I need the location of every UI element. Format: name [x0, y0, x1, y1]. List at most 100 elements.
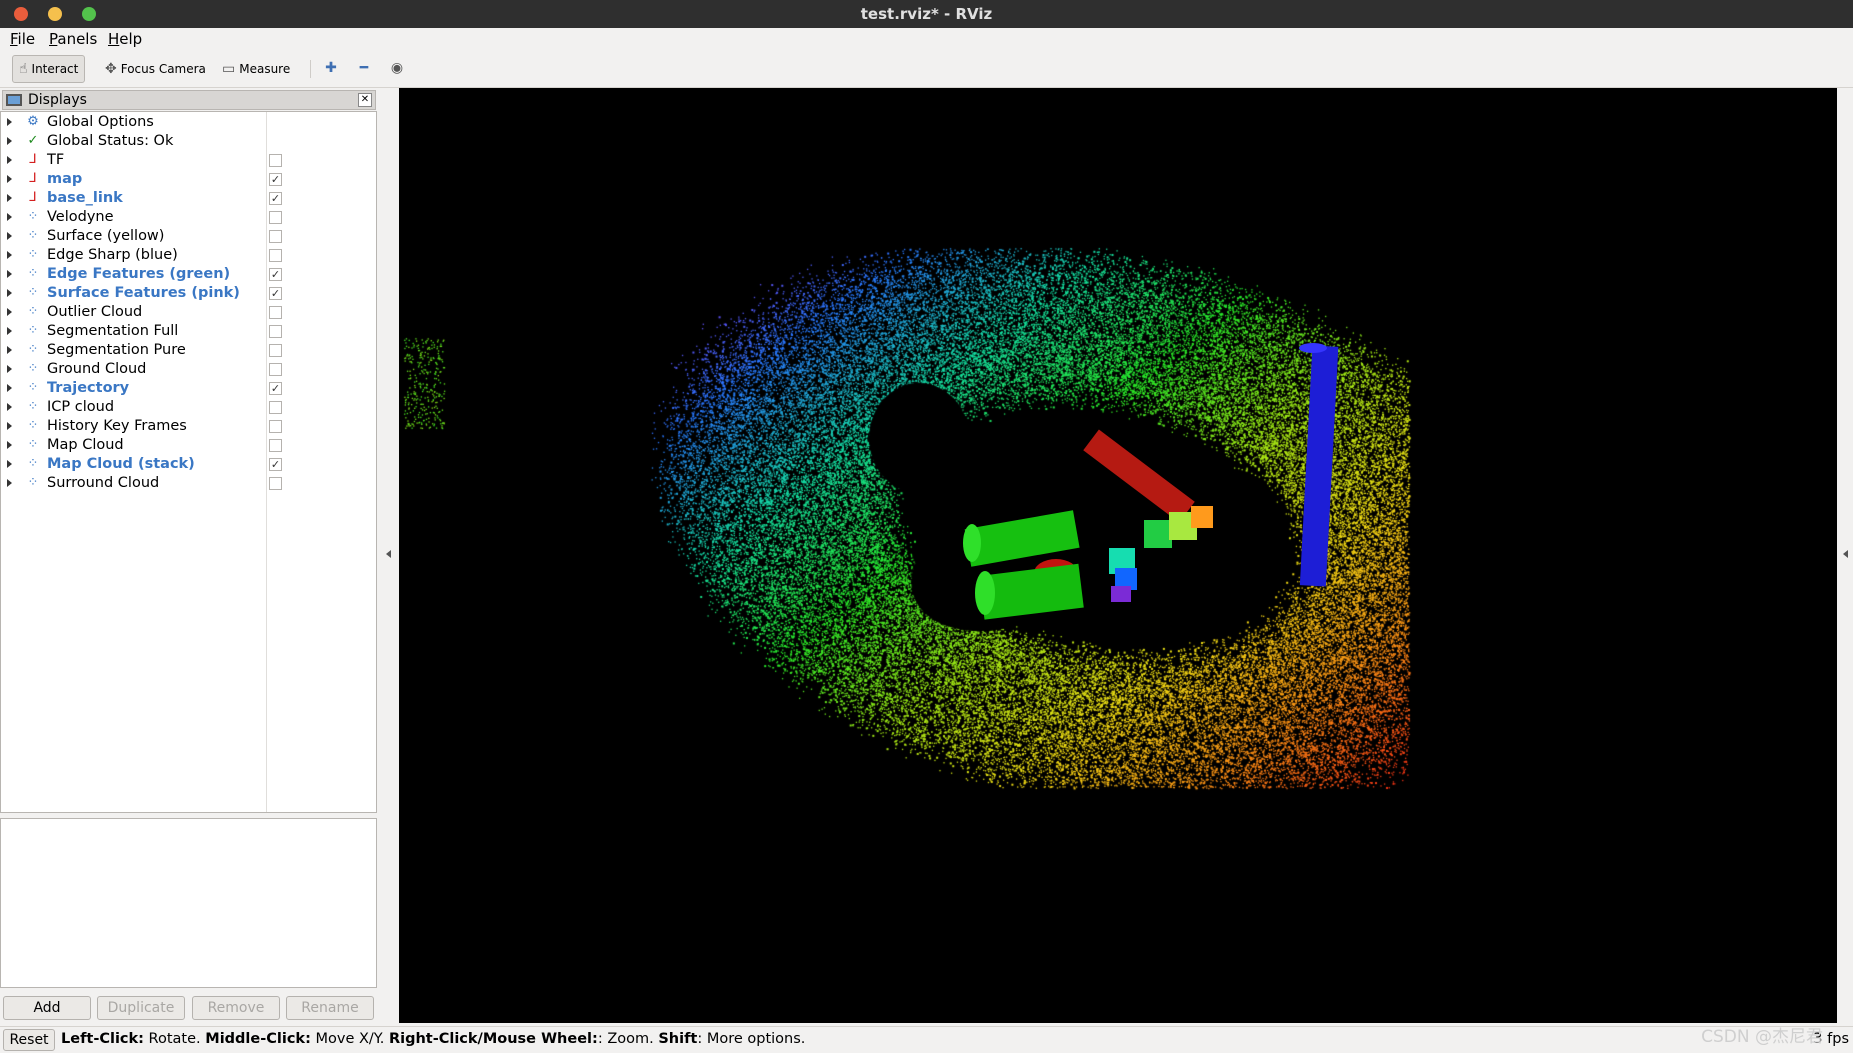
mouse-hint-text: Left-Click: Rotate. Middle-Click: Move X… [61, 1031, 806, 1047]
menu-panels[interactable]: Panels [49, 30, 97, 48]
hand-icon: ☝ [19, 61, 28, 77]
expand-arrow-icon[interactable] [7, 270, 12, 278]
display-item-label: Ground Cloud [47, 361, 147, 377]
display-item[interactable]: ⁘ Surface Features (pink) ✓ [1, 284, 376, 303]
expand-arrow-icon[interactable] [7, 384, 12, 392]
display-item[interactable]: ⁘ Map Cloud (stack) ✓ [1, 455, 376, 474]
interact-tool-button[interactable]: ☝ Interact [12, 55, 86, 83]
display-enabled-checkbox[interactable] [269, 420, 282, 433]
expand-arrow-icon[interactable] [7, 156, 12, 164]
display-item-label: Surface (yellow) [47, 228, 165, 244]
expand-arrow-icon[interactable] [7, 289, 12, 297]
close-icon[interactable]: ✕ [358, 93, 372, 107]
title-bar: test.rviz* - RViz [0, 0, 1853, 28]
axes-icon: ⅃ [29, 171, 37, 186]
display-item[interactable]: ⚙ Global Options [1, 113, 376, 132]
display-enabled-checkbox[interactable] [269, 401, 282, 414]
pointcloud-icon: ⁘ [27, 323, 39, 338]
expand-arrow-icon[interactable] [7, 308, 12, 316]
menu-bar: File Panels Help [0, 28, 1853, 50]
display-enabled-checkbox[interactable]: ✓ [269, 287, 282, 300]
display-item[interactable]: ⁘ Map Cloud [1, 436, 376, 455]
add-tool-icon[interactable]: ✚ [322, 60, 340, 78]
expand-arrow-icon[interactable] [7, 460, 12, 468]
remove-tool-icon[interactable]: ━ [355, 60, 373, 78]
display-enabled-checkbox[interactable] [269, 477, 282, 490]
display-enabled-checkbox[interactable]: ✓ [269, 458, 282, 471]
display-description-area [0, 818, 377, 988]
expand-arrow-icon[interactable] [7, 346, 12, 354]
display-enabled-checkbox[interactable] [269, 363, 282, 376]
expand-arrow-icon[interactable] [7, 118, 12, 126]
display-enabled-checkbox[interactable]: ✓ [269, 268, 282, 281]
display-item[interactable]: ⁘ Surround Cloud [1, 474, 376, 493]
display-enabled-checkbox[interactable]: ✓ [269, 192, 282, 205]
remove-button[interactable]: Remove [192, 996, 280, 1020]
add-button[interactable]: Add [3, 996, 91, 1020]
display-enabled-checkbox[interactable] [269, 306, 282, 319]
display-item[interactable]: ⁘ Trajectory ✓ [1, 379, 376, 398]
duplicate-button[interactable]: Duplicate [97, 996, 185, 1020]
display-item-label: Global Options [47, 114, 154, 130]
3d-render-viewport[interactable] [399, 88, 1837, 1023]
tool-toolbar: ☝ Interact ✥ Focus Camera ▭ Measure ✚ ━ … [0, 50, 1853, 88]
expand-arrow-icon[interactable] [7, 194, 12, 202]
display-item-label: TF [47, 152, 65, 168]
display-item-label: Global Status: Ok [47, 133, 174, 149]
display-item-label: Edge Sharp (blue) [47, 247, 178, 263]
focus-camera-tool-button[interactable]: ✥ Focus Camera [99, 55, 212, 83]
expand-arrow-icon[interactable] [7, 213, 12, 221]
display-enabled-checkbox[interactable] [269, 230, 282, 243]
display-enabled-checkbox[interactable] [269, 249, 282, 262]
display-enabled-checkbox[interactable]: ✓ [269, 173, 282, 186]
display-item[interactable]: ⁘ Velodyne [1, 208, 376, 227]
rename-button[interactable]: Rename [286, 996, 374, 1020]
expand-arrow-icon[interactable] [7, 232, 12, 240]
display-item-label: Velodyne [47, 209, 114, 225]
display-item[interactable]: ⁘ History Key Frames [1, 417, 376, 436]
display-item[interactable]: ⁘ Edge Sharp (blue) [1, 246, 376, 265]
expand-arrow-icon[interactable] [7, 441, 12, 449]
expand-arrow-icon[interactable] [7, 327, 12, 335]
expand-arrow-icon[interactable] [7, 251, 12, 259]
display-item[interactable]: ⁘ Outlier Cloud [1, 303, 376, 322]
display-item[interactable]: ⁘ Edge Features (green) ✓ [1, 265, 376, 284]
gear-icon: ⚙ [27, 114, 39, 129]
displays-tree[interactable]: ⚙ Global Options ✓ Global Status: Ok ⅃ TF ⅃ map… [0, 111, 377, 813]
expand-arrow-icon[interactable] [7, 365, 12, 373]
display-item[interactable]: ⅃ TF [1, 151, 376, 170]
display-item[interactable]: ⁘ Segmentation Pure [1, 341, 376, 360]
menu-file[interactable]: File [10, 30, 35, 48]
menu-help[interactable]: Help [108, 30, 142, 48]
display-enabled-checkbox[interactable] [269, 439, 282, 452]
status-bar: Reset Left-Click: Rotate. Middle-Click: … [0, 1026, 1853, 1053]
left-splitter-handle[interactable] [386, 550, 391, 558]
expand-arrow-icon[interactable] [7, 403, 12, 411]
expand-arrow-icon[interactable] [7, 137, 12, 145]
reset-button[interactable]: Reset [3, 1029, 55, 1051]
display-enabled-checkbox[interactable] [269, 325, 282, 338]
display-item-label: Surface Features (pink) [47, 285, 240, 301]
display-item[interactable]: ⅃ map ✓ [1, 170, 376, 189]
expand-arrow-icon[interactable] [7, 479, 12, 487]
right-splitter-handle[interactable] [1843, 550, 1848, 558]
axes-icon: ⅃ [29, 152, 37, 167]
display-item[interactable]: ⁘ Ground Cloud [1, 360, 376, 379]
display-enabled-checkbox[interactable] [269, 154, 282, 167]
measure-tool-button[interactable]: ▭ Measure [216, 55, 296, 83]
pointcloud-icon: ⁘ [27, 418, 39, 433]
display-enabled-checkbox[interactable]: ✓ [269, 382, 282, 395]
display-enabled-checkbox[interactable] [269, 344, 282, 357]
display-item-label: Segmentation Full [47, 323, 179, 339]
display-item-label: base_link [47, 190, 123, 206]
display-enabled-checkbox[interactable] [269, 211, 282, 224]
display-item[interactable]: ⁘ Surface (yellow) [1, 227, 376, 246]
display-item[interactable]: ✓ Global Status: Ok [1, 132, 376, 151]
eye-icon[interactable]: ◉ [388, 60, 406, 78]
expand-arrow-icon[interactable] [7, 175, 12, 183]
expand-arrow-icon[interactable] [7, 422, 12, 430]
display-item[interactable]: ⅃ base_link ✓ [1, 189, 376, 208]
display-item[interactable]: ⁘ Segmentation Full [1, 322, 376, 341]
pointcloud-icon: ⁘ [27, 399, 39, 414]
display-item[interactable]: ⁘ ICP cloud [1, 398, 376, 417]
